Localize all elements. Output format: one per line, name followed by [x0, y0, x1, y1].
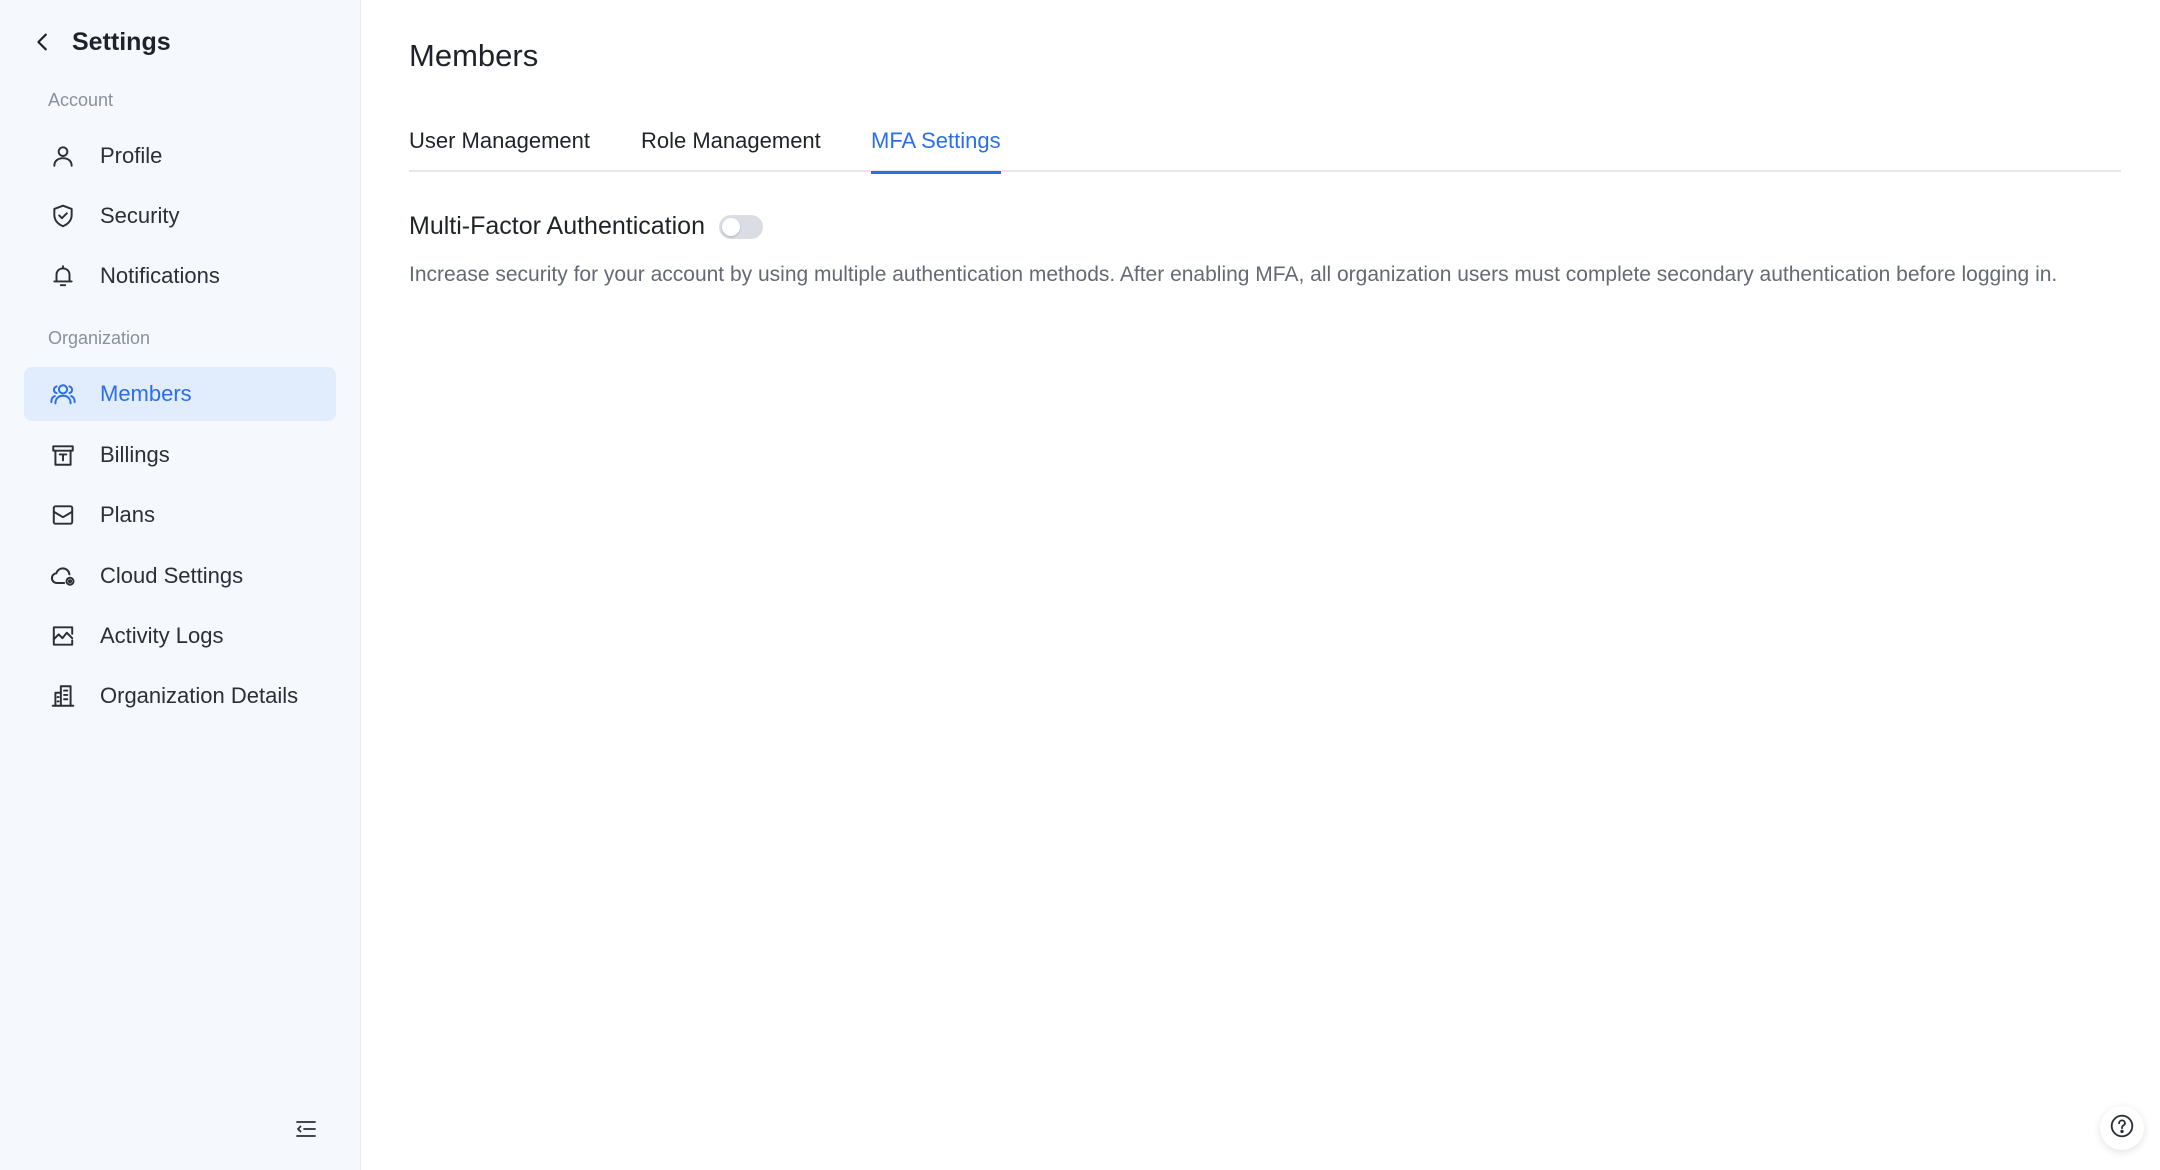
- tab-mfa-settings[interactable]: MFA Settings: [871, 128, 1001, 174]
- sidebar-item-plans[interactable]: Plans: [24, 488, 336, 542]
- mfa-header: Multi-Factor Authentication: [409, 212, 763, 241]
- mfa-description: Increase security for your account by us…: [409, 263, 2058, 286]
- main-content: Members User Management Role Management …: [361, 0, 2160, 1170]
- collapse-sidebar-button[interactable]: [291, 1116, 321, 1146]
- shield-icon: [48, 201, 78, 231]
- toggle-knob: [721, 217, 740, 236]
- sidebar-item-label: Profile: [100, 143, 163, 168]
- activity-icon: [48, 621, 78, 651]
- sidebar-item-label: Notifications: [100, 263, 220, 288]
- section-label-account: Account: [48, 90, 114, 110]
- question-circle-icon[interactable]: [2109, 1113, 2135, 1144]
- sidebar-item-activity-logs[interactable]: Activity Logs: [24, 609, 336, 663]
- members-icon: [48, 379, 78, 409]
- sidebar-item-profile[interactable]: Profile: [24, 129, 336, 183]
- sidebar-item-billings[interactable]: Billings: [24, 428, 336, 482]
- sidebar-item-cloud-settings[interactable]: Cloud Settings: [24, 549, 336, 603]
- sidebar-item-label: Organization Details: [100, 683, 299, 708]
- sidebar-item-label: Activity Logs: [100, 623, 224, 648]
- sidebar-item-label: Plans: [100, 502, 156, 527]
- tab-bar: User Management Role Management MFA Sett…: [409, 128, 2121, 174]
- billing-icon: [48, 440, 78, 470]
- sidebar-item-label: Security: [100, 203, 180, 228]
- chevron-left-icon[interactable]: [30, 29, 56, 55]
- mfa-toggle[interactable]: [718, 214, 763, 239]
- back-to-settings[interactable]: Settings: [30, 22, 171, 62]
- sidebar-item-members[interactable]: Members: [24, 367, 336, 421]
- cloud-settings-icon: [48, 561, 78, 591]
- sidebar-item-notifications[interactable]: Notifications: [24, 249, 336, 303]
- sidebar-item-label: Members: [100, 381, 192, 406]
- sidebar-item-security[interactable]: Security: [24, 189, 336, 243]
- plans-icon: [48, 500, 78, 530]
- page-title: Members: [409, 38, 539, 73]
- building-icon: [48, 681, 78, 711]
- sidebar-title: Settings: [72, 27, 171, 56]
- sidebar-item-label: Cloud Settings: [100, 563, 244, 588]
- help-button[interactable]: [2100, 1106, 2144, 1150]
- tab-role-management[interactable]: Role Management: [641, 128, 821, 172]
- bell-icon: [48, 261, 78, 291]
- mfa-title: Multi-Factor Authentication: [409, 212, 705, 240]
- app: Settings Account Profile Security Notifi…: [0, 0, 2160, 1170]
- tab-user-management[interactable]: User Management: [409, 128, 590, 172]
- user-icon: [48, 141, 78, 171]
- sidebar-item-organization-details[interactable]: Organization Details: [24, 669, 336, 723]
- sidebar: Settings Account Profile Security Notifi…: [0, 0, 361, 1170]
- sidebar-item-label: Billings: [100, 442, 170, 467]
- section-label-organization: Organization: [48, 328, 151, 348]
- collapse-menu-icon[interactable]: [294, 1117, 318, 1146]
